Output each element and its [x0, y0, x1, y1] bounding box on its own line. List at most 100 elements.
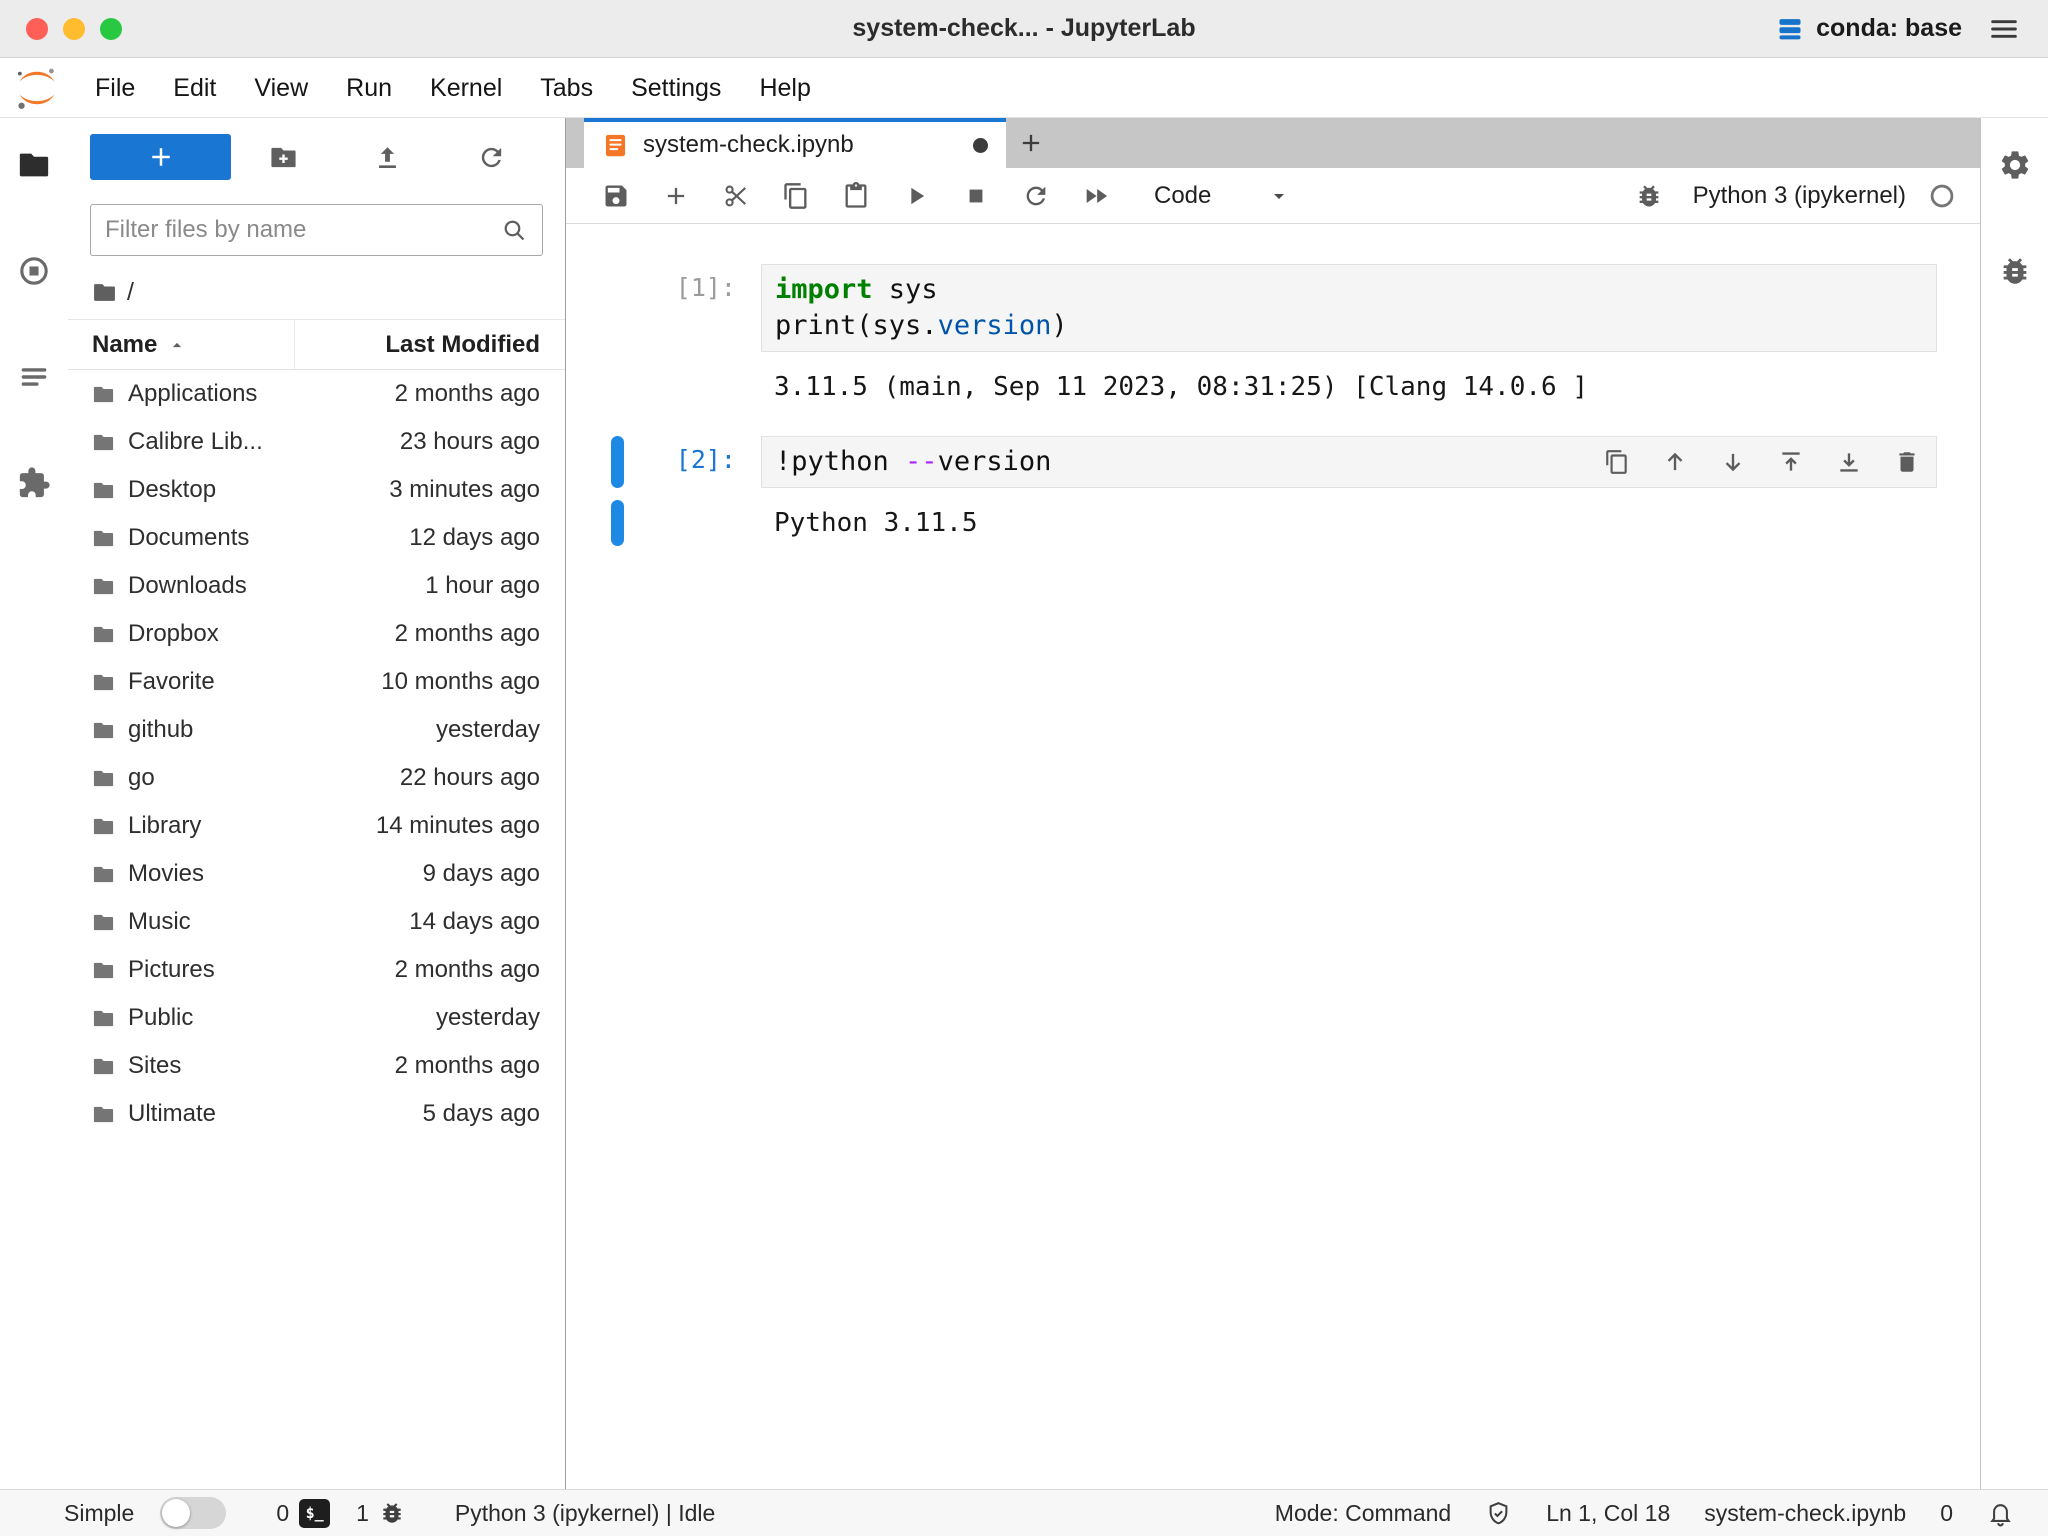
kernel-idle-icon[interactable] — [1928, 182, 1956, 210]
folder-icon — [92, 911, 115, 934]
file-browser-tab[interactable] — [17, 148, 51, 182]
minimize-window-button[interactable] — [63, 18, 85, 40]
kernels-indicator[interactable]: 1 — [356, 1500, 405, 1527]
command-mode-indicator[interactable]: Mode: Command — [1275, 1500, 1451, 1527]
interrupt-kernel-button[interactable] — [954, 174, 998, 218]
insert-cell-below-button[interactable] — [1836, 449, 1862, 475]
arrow-down-icon — [1720, 449, 1746, 475]
file-modified: 12 days ago — [409, 524, 565, 552]
file-row[interactable]: Library 14 minutes ago — [68, 802, 565, 850]
zoom-window-button[interactable] — [100, 18, 122, 40]
folder-icon — [92, 1007, 115, 1030]
folder-icon — [92, 479, 115, 502]
toc-tab[interactable] — [17, 360, 51, 394]
paste-cells-button[interactable] — [834, 174, 878, 218]
cut-cells-button[interactable] — [714, 174, 758, 218]
file-row[interactable]: Movies 9 days ago — [68, 850, 565, 898]
sort-by-name-header[interactable]: Name — [68, 320, 294, 369]
tab-system-check[interactable]: system-check.ipynb — [584, 118, 1006, 168]
kernel-status[interactable]: Python 3 (ipykernel) | Idle — [455, 1500, 715, 1527]
file-row[interactable]: go 22 hours ago — [68, 754, 565, 802]
close-window-button[interactable] — [26, 18, 48, 40]
cell-type-dropdown[interactable]: Code — [1154, 182, 1291, 210]
file-row[interactable]: Calibre Lib... 23 hours ago — [68, 418, 565, 466]
sort-by-modified-header[interactable]: Last Modified — [294, 320, 565, 369]
move-cell-down-button[interactable] — [1720, 449, 1746, 475]
file-name: Public — [128, 1004, 436, 1032]
menu-item[interactable]: Tabs — [521, 58, 612, 118]
home-folder-icon[interactable] — [92, 280, 117, 305]
menu-item[interactable]: File — [76, 58, 154, 118]
menu-item[interactable]: Edit — [154, 58, 235, 118]
cell-editor[interactable]: !python --version — [761, 436, 1937, 488]
file-modified: 2 months ago — [395, 380, 565, 408]
conda-badge[interactable]: conda: base — [1776, 14, 1962, 43]
new-tab-button[interactable] — [1006, 118, 1056, 168]
save-button[interactable] — [594, 174, 638, 218]
breadcrumb-root[interactable]: / — [127, 278, 134, 307]
file-row[interactable]: github yesterday — [68, 706, 565, 754]
menu-item[interactable]: View — [235, 58, 327, 118]
move-cell-up-button[interactable] — [1662, 449, 1688, 475]
file-row[interactable]: Public yesterday — [68, 994, 565, 1042]
terminals-indicator[interactable]: 0 $_ — [276, 1499, 330, 1528]
menu-item[interactable]: Help — [740, 58, 829, 118]
bell-icon[interactable] — [1987, 1500, 2014, 1527]
delete-cell-button[interactable] — [1894, 449, 1920, 475]
file-modified: 10 months ago — [381, 668, 565, 696]
jupyterlab-window: system-check... - JupyterLab conda: base — [0, 0, 2048, 1536]
restart-kernel-button[interactable] — [1014, 174, 1058, 218]
hamburger-menu-icon[interactable] — [1988, 13, 2020, 45]
cell-output-collapser[interactable] — [611, 500, 624, 546]
shield-check-icon[interactable] — [1485, 1500, 1512, 1527]
file-row[interactable]: Music 14 days ago — [68, 898, 565, 946]
property-inspector-tab[interactable] — [1998, 148, 2032, 182]
new-launcher-button[interactable] — [90, 134, 231, 180]
file-row[interactable]: Dropbox 2 months ago — [68, 610, 565, 658]
folder-icon — [92, 719, 115, 742]
debugger-sidebar-tab[interactable] — [1998, 254, 2032, 288]
simple-mode-toggle[interactable] — [160, 1497, 226, 1529]
insert-cell-above-button[interactable] — [1778, 449, 1804, 475]
filter-files-input[interactable] — [105, 216, 501, 244]
tab-dirty-indicator[interactable] — [973, 138, 988, 153]
bug-icon — [1635, 182, 1663, 210]
cell-input-collapser[interactable] — [611, 264, 624, 352]
file-row[interactable]: Ultimate 5 days ago — [68, 1090, 565, 1138]
debugger-button[interactable] — [1627, 174, 1671, 218]
restart-run-all-button[interactable] — [1074, 174, 1118, 218]
folder-icon — [92, 383, 115, 406]
file-row[interactable]: Favorite 10 months ago — [68, 658, 565, 706]
upload-button[interactable] — [335, 143, 439, 172]
folder-icon — [92, 1055, 115, 1078]
notifications-count[interactable]: 0 — [1940, 1500, 1953, 1527]
right-sidebar — [1980, 118, 2048, 1489]
file-row[interactable]: Pictures 2 months ago — [68, 946, 565, 994]
copy-cells-button[interactable] — [774, 174, 818, 218]
cell-prompt: [1]: — [624, 264, 736, 352]
cell-input-collapser[interactable] — [611, 436, 624, 488]
file-name: go — [128, 764, 400, 792]
kernel-name[interactable]: Python 3 (ipykernel) — [1693, 182, 1906, 210]
file-row[interactable]: Sites 2 months ago — [68, 1042, 565, 1090]
file-row[interactable]: Applications 2 months ago — [68, 370, 565, 418]
extensions-tab[interactable] — [17, 466, 51, 500]
cursor-position[interactable]: Ln 1, Col 18 — [1546, 1500, 1670, 1527]
menu-item[interactable]: Kernel — [411, 58, 521, 118]
menu-item[interactable]: Settings — [612, 58, 740, 118]
file-row[interactable]: Downloads 1 hour ago — [68, 562, 565, 610]
new-folder-button[interactable] — [231, 143, 335, 172]
file-row[interactable]: Desktop 3 minutes ago — [68, 466, 565, 514]
menu-item[interactable]: Run — [327, 58, 411, 118]
file-row[interactable]: Documents 12 days ago — [68, 514, 565, 562]
insert-cell-button[interactable] — [654, 174, 698, 218]
dock-tab-bar: system-check.ipynb — [566, 118, 1980, 168]
cell-editor[interactable]: import sysprint(sys.version) — [761, 264, 1937, 352]
refresh-file-list-button[interactable] — [439, 143, 543, 172]
file-modified: 22 hours ago — [400, 764, 565, 792]
duplicate-cell-button[interactable] — [1604, 449, 1630, 475]
running-sessions-tab[interactable] — [17, 254, 51, 288]
run-cell-button[interactable] — [894, 174, 938, 218]
cell-prompt: [2]: — [624, 436, 736, 488]
cell-output-collapser[interactable] — [611, 364, 624, 410]
